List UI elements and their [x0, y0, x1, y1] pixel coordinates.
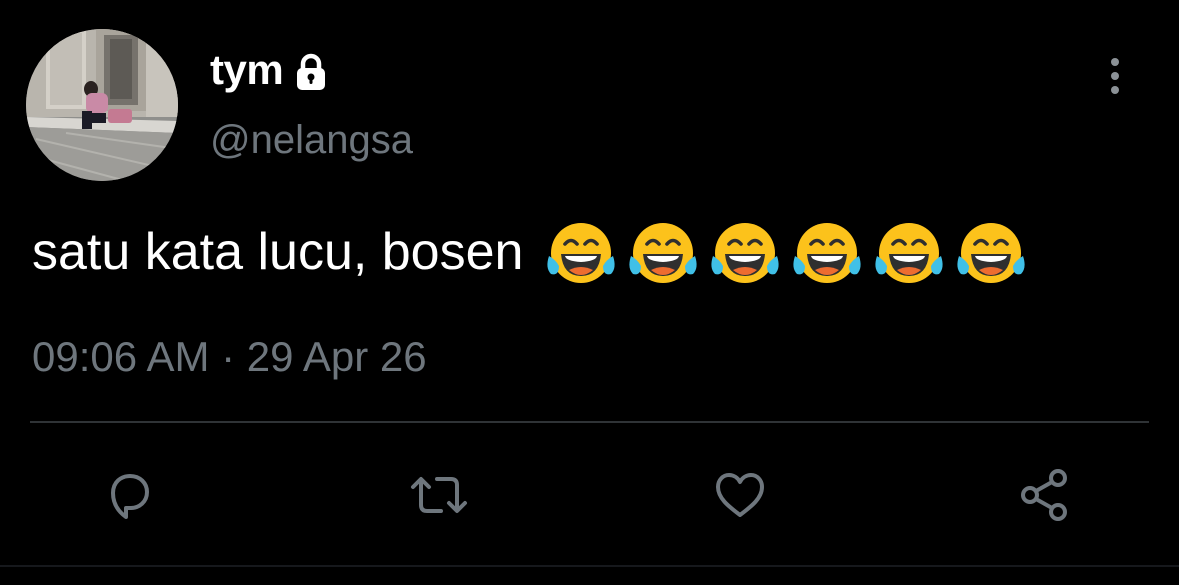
- avatar-photo: [26, 29, 178, 181]
- tweet-timestamp[interactable]: 09:06 AM · 29 Apr 26: [32, 333, 427, 380]
- divider: [30, 421, 1149, 423]
- lock-icon: [291, 52, 331, 92]
- tweet-body: satu kata lucu, bosen: [32, 220, 1029, 286]
- retweet-icon: [411, 477, 467, 513]
- tears-of-joy-emoji: [547, 223, 616, 283]
- action-bar: [0, 455, 1179, 535]
- author-handle[interactable]: @nelangsa: [210, 118, 413, 162]
- reply-icon: [111, 474, 149, 519]
- reply-button[interactable]: [89, 455, 169, 535]
- author-name-row[interactable]: tym: [210, 40, 331, 100]
- display-name[interactable]: tym: [210, 49, 284, 91]
- emoji-row: [543, 220, 1029, 286]
- tears-of-joy-emoji: [875, 223, 944, 283]
- tears-of-joy-emoji: [793, 223, 862, 283]
- bottom-divider: [0, 565, 1179, 567]
- tears-of-joy-emoji: [629, 223, 698, 283]
- more-vertical-icon[interactable]: [1098, 54, 1132, 98]
- avatar[interactable]: [26, 29, 178, 181]
- share-icon: [1021, 469, 1067, 521]
- like-button[interactable]: [700, 455, 780, 535]
- tears-of-joy-emoji: [957, 223, 1026, 283]
- tweet-text: satu kata lucu, bosen: [32, 223, 524, 282]
- retweet-button[interactable]: [399, 455, 479, 535]
- tears-of-joy-emoji: [711, 223, 780, 283]
- heart-icon: [716, 473, 764, 517]
- share-button[interactable]: [1004, 455, 1084, 535]
